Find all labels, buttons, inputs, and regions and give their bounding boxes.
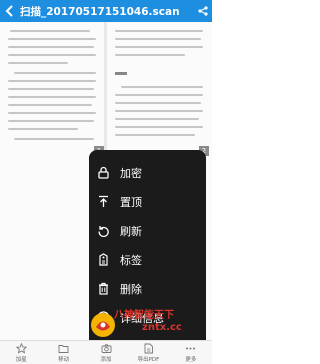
menu-item-label: 加密 <box>120 166 142 180</box>
tag-icon <box>95 252 111 268</box>
menu-item-delete[interactable]: 删除 <box>89 274 206 303</box>
watermark-text-secondary: zntx.cc <box>142 322 182 333</box>
chevron-left-icon <box>5 5 13 17</box>
menu-item-tag[interactable]: 标签 <box>89 245 206 274</box>
menu-item-refresh[interactable]: 刷新 <box>89 216 206 245</box>
back-button[interactable] <box>0 0 18 22</box>
menu-item-label: 置顶 <box>120 195 142 209</box>
menu-item-pin-top[interactable]: 置顶 <box>89 187 206 216</box>
folder-icon <box>58 343 69 354</box>
tab-label: 更多 <box>185 356 197 363</box>
star-icon <box>15 342 27 354</box>
tab-label: 添加 <box>100 356 112 363</box>
lock-icon <box>95 165 111 181</box>
tab-label: 移动 <box>58 356 70 363</box>
pdf-icon <box>143 343 154 354</box>
menu-item-label: 删除 <box>120 282 142 296</box>
tab-label: 加星 <box>15 356 27 363</box>
camera-icon <box>101 343 112 354</box>
top-bar: 扫描_20170517151046.scan <box>0 0 212 22</box>
share-icon <box>198 6 208 16</box>
pin-top-icon <box>95 194 111 210</box>
trash-icon <box>95 281 111 297</box>
tab-move[interactable]: 移动 <box>42 341 84 364</box>
document-title: 扫描_20170517151046.scan <box>20 5 180 18</box>
refresh-icon <box>95 223 111 239</box>
tab-more[interactable]: 更多 <box>170 341 212 364</box>
tab-add[interactable]: 添加 <box>85 341 127 364</box>
watermark-text-primary: 八神智能天下 <box>114 310 174 321</box>
more-icon <box>185 343 196 354</box>
page-heading-mark <box>115 72 127 75</box>
tab-export-pdf[interactable]: 导出PDF <box>127 341 169 364</box>
menu-item-encrypt[interactable]: 加密 <box>89 158 206 187</box>
menu-item-label: 刷新 <box>120 224 142 238</box>
tab-label: 导出PDF <box>137 356 160 363</box>
menu-item-label: 标签 <box>120 253 142 267</box>
bottom-toolbar: 加星 移动 添加 导出PDF 更多 <box>0 340 212 364</box>
share-button[interactable] <box>194 0 212 22</box>
tab-star[interactable]: 加星 <box>0 341 42 364</box>
watermark: 八神智能天下 zntx.cc <box>112 306 210 340</box>
